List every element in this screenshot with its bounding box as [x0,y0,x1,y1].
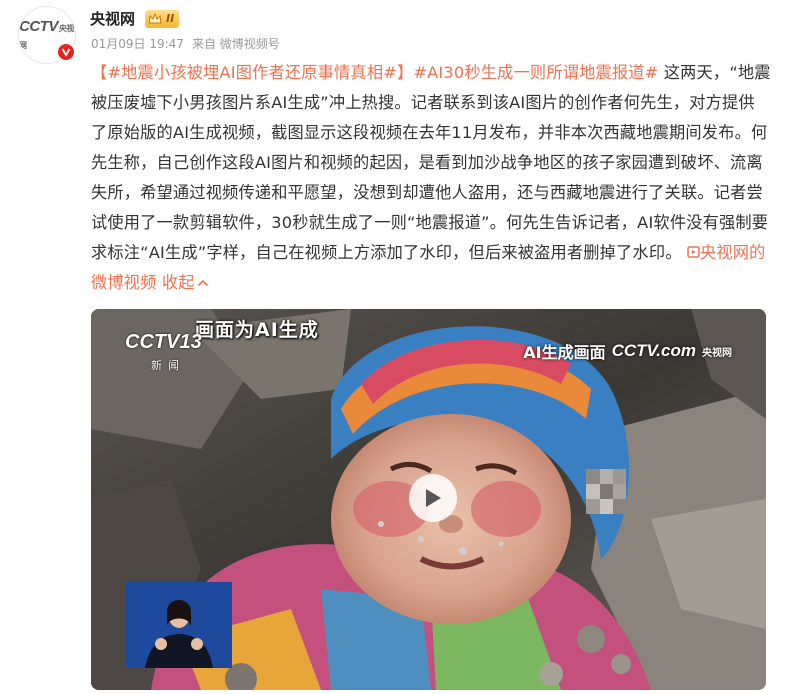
collapse-button[interactable]: 收起 [162,273,209,292]
level-text: II [166,12,175,25]
video-link-icon [687,246,700,258]
ai-generated-label: AI生成画面 [523,343,606,362]
topic-link-2[interactable]: #AI30秒生成一则所谓地震报道# [413,63,658,82]
post-body: 这两天，“地震被压废墟下小男孩图片系AI生成”冲上热搜。记者联系到该AI图片的创… [91,63,771,262]
author-row: 央视网 II [90,8,180,29]
ai-generated-watermark: 画面为AI生成 [195,319,319,341]
play-icon[interactable] [409,474,457,522]
post-meta: 01月09日 19:47 来自 微博视频号 [91,35,280,52]
topic-link-1[interactable]: 【#地震小孩被埋AI图作者还原事情真相#】 [91,63,413,82]
crown-icon [148,12,162,23]
cctv-com-logo: CCTV.com [611,341,696,360]
post-date[interactable]: 01月09日 19:47 [91,35,184,52]
member-level-badge[interactable]: II [145,9,180,28]
brand-sub: 央视网 [702,347,732,359]
video-player[interactable]: 画面为AI生成 CCTV13 新闻 AI生成画面 CCTV.com 央视网 [91,309,766,690]
verified-badge-icon [56,42,76,62]
channel-subtitle: 新闻 [151,359,185,372]
cctv13-logo: CCTV13 [125,331,202,353]
blurred-area [586,469,626,514]
post-source[interactable]: 来自 微博视频号 [192,35,280,52]
chevron-up-icon [197,279,208,287]
author-name[interactable]: 央视网 [90,8,135,29]
post-content: 【#地震小孩被埋AI图作者还原事情真相#】#AI30秒生成一则所谓地震报道# 这… [91,58,771,298]
sign-language-interpreter [125,582,232,668]
author-avatar[interactable]: CCTV央视网 [18,6,76,64]
top-right-watermark: AI生成画面 CCTV.com 央视网 [523,339,732,363]
